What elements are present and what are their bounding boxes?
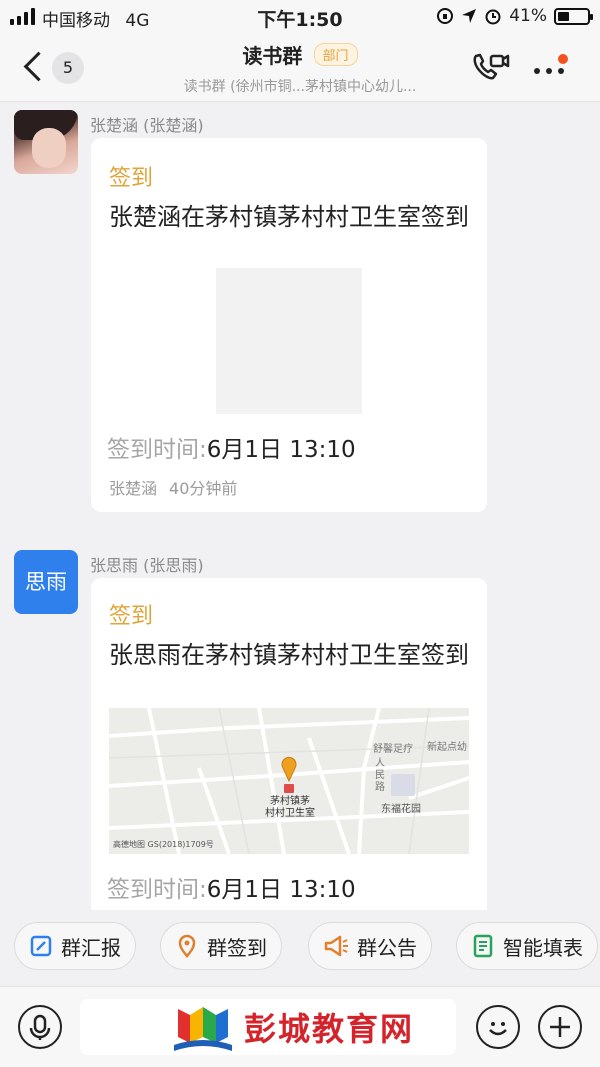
watermark-text: 彭城教育网 bbox=[244, 1010, 415, 1048]
plus-icon bbox=[550, 1017, 570, 1037]
poi-line-1: 茅村镇茅 bbox=[270, 796, 310, 807]
avatar[interactable] bbox=[14, 110, 78, 174]
map-poi-garden: 东福花园 bbox=[381, 804, 421, 815]
card-body: 张思雨在茅村镇茅村村卫生室签到 bbox=[109, 641, 469, 669]
emoji-button[interactable] bbox=[476, 1005, 520, 1049]
map-poi-clinic: 舒馨足疗 bbox=[373, 744, 413, 755]
status-right: 41% bbox=[436, 6, 593, 26]
chip-label: 群签到 bbox=[207, 935, 267, 960]
title-row: 读书群 部门 bbox=[0, 40, 600, 69]
chat-message: 思雨 张思雨 (张思雨) 签到 张思雨在茅村镇茅村村卫生室签到 茅村镇茅 村村卫… bbox=[0, 548, 600, 918]
poi-line-2: 村村卫生室 bbox=[265, 808, 315, 819]
card-body: 张楚涵在茅村镇茅村村卫生室签到 bbox=[109, 203, 469, 231]
smart-form-button[interactable]: 智能填表 bbox=[456, 922, 598, 970]
time-value: 6月1日 13:10 bbox=[206, 437, 356, 463]
department-badge: 部门 bbox=[313, 43, 358, 66]
meta-name: 张楚涵 bbox=[109, 479, 158, 498]
sender-name: 张楚涵 (张楚涵) bbox=[90, 116, 204, 135]
location-map[interactable]: 茅村镇茅 村村卫生室 舒馨足疗 新起点幼 人民路 东福花园 高德地图 GS(20… bbox=[109, 708, 469, 854]
hospital-icon bbox=[284, 784, 294, 793]
sender-name: 张思雨 (张思雨) bbox=[90, 556, 204, 575]
time-label: 签到时间: bbox=[107, 877, 207, 903]
map-poi-main: 茅村镇茅 村村卫生室 bbox=[254, 796, 326, 820]
group-announcement-button[interactable]: 群公告 bbox=[308, 922, 432, 970]
map-poi-kindergarten: 新起点幼 bbox=[427, 742, 467, 753]
checkin-photo[interactable] bbox=[216, 268, 362, 414]
quick-actions-bar: 群汇报 群签到 群公告 智能填表 bbox=[0, 910, 600, 986]
card-meta: 张楚涵 40分钟前 bbox=[109, 475, 237, 499]
more-options-icon[interactable] bbox=[530, 52, 574, 86]
chat-message: 张楚涵 (张楚涵) 签到 张楚涵在茅村镇茅村村卫生室签到 签到时间:6月1日 1… bbox=[0, 108, 600, 520]
meta-ago: 40分钟前 bbox=[169, 479, 238, 498]
status-bar: 中国移动 4G 下午1:50 41% bbox=[0, 0, 600, 34]
location-arrow-icon bbox=[462, 9, 477, 23]
checkin-card[interactable]: 签到 张楚涵在茅村镇茅村村卫生室签到 签到时间:6月1日 13:10 张楚涵 40… bbox=[91, 138, 487, 512]
checkin-time: 签到时间:6月1日 13:10 bbox=[107, 870, 356, 904]
checkin-time: 签到时间:6月1日 13:10 bbox=[107, 430, 356, 464]
chat-header: 5 读书群 部门 读书群 (徐州市铜...茅村镇中心幼儿... bbox=[0, 34, 600, 102]
group-title[interactable]: 读书群 bbox=[242, 44, 302, 68]
form-icon bbox=[473, 934, 493, 958]
battery-percent: 41% bbox=[509, 6, 547, 26]
battery-icon bbox=[554, 7, 593, 25]
report-icon bbox=[30, 935, 52, 957]
megaphone-icon bbox=[324, 935, 348, 957]
video-call-icon[interactable] bbox=[470, 50, 510, 86]
checkin-card[interactable]: 签到 张思雨在茅村镇茅村村卫生室签到 茅村镇茅 村村卫生室 舒馨足疗 新起点幼 … bbox=[91, 578, 487, 918]
group-report-button[interactable]: 群汇报 bbox=[14, 922, 136, 970]
map-road-label: 人民路 bbox=[375, 758, 385, 793]
map-credit: 高德地图 GS(2018)1709号 bbox=[113, 840, 214, 849]
alarm-icon bbox=[485, 9, 501, 25]
orientation-lock-icon bbox=[437, 8, 454, 24]
map-pin-icon bbox=[281, 756, 297, 782]
watermark-logo-icon bbox=[174, 1007, 232, 1051]
chip-label: 群汇报 bbox=[61, 935, 121, 960]
group-checkin-button[interactable]: 群签到 bbox=[160, 922, 282, 970]
voice-button[interactable] bbox=[18, 1005, 62, 1049]
emoji-icon bbox=[489, 1022, 507, 1036]
site-watermark: 彭城教育网 bbox=[170, 994, 440, 1060]
card-title: 签到 bbox=[109, 604, 154, 629]
avatar[interactable]: 思雨 bbox=[14, 550, 78, 614]
notification-dot bbox=[558, 54, 568, 64]
chip-label: 群公告 bbox=[357, 935, 417, 960]
add-button[interactable] bbox=[538, 1005, 582, 1049]
chip-label: 智能填表 bbox=[503, 935, 583, 960]
location-pin-icon bbox=[178, 934, 196, 958]
time-value: 6月1日 13:10 bbox=[206, 877, 356, 903]
time-label: 签到时间: bbox=[107, 437, 207, 463]
group-subtitle: 读书群 (徐州市铜...茅村镇中心幼儿... bbox=[183, 79, 417, 95]
microphone-icon bbox=[29, 1014, 51, 1040]
card-title: 签到 bbox=[109, 166, 154, 191]
